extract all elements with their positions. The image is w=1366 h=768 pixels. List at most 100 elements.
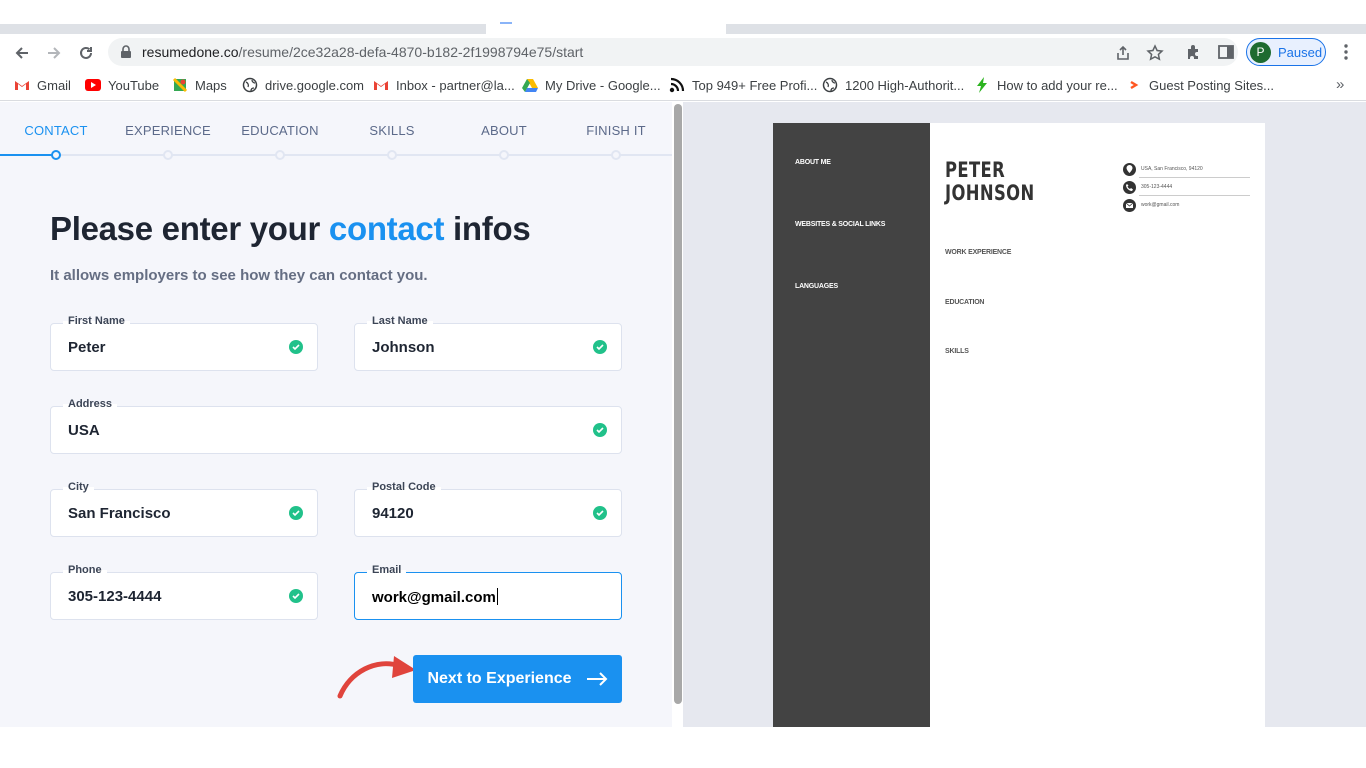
last-name-value[interactable]: Johnson [372,339,435,356]
share-icon[interactable] [1114,44,1132,62]
address-field[interactable]: Address USA [50,398,622,454]
bookmark-inbox[interactable]: Inbox - partner@la... [373,76,515,94]
first-name-label: First Name [63,315,130,327]
phone-label: Phone [63,564,107,576]
drive-icon [522,77,538,93]
resume-sidebar: ABOUT ME WEBSITES & SOCIAL LINKS LANGUAG… [773,123,930,727]
email-field[interactable]: Email work@gmail.com [354,564,622,620]
first-name-field[interactable]: First Name Peter [50,315,318,371]
email-input[interactable]: work@gmail.com [372,588,498,606]
annotation-arrow-icon [337,656,416,699]
resume-first-name: PETER [945,158,1006,182]
bookmarks-overflow-icon[interactable]: » [1336,76,1344,93]
inactive-tab-right[interactable] [726,24,1366,34]
step-skills[interactable]: SKILLS [369,123,414,138]
bookmark-1200-high[interactable]: 1200 High-Authorit... [822,76,964,94]
step-education[interactable]: EDUCATION [241,123,318,138]
url-text[interactable]: resumedone.co/resume/2ce32a28-defa-4870-… [142,44,583,60]
text-cursor [496,588,498,605]
profile-status: Paused [1278,45,1323,60]
bookmark-maps[interactable]: Maps [172,76,227,94]
resume-name: PETER JOHNSON [945,159,1035,205]
city-field[interactable]: City San Francisco [50,481,318,537]
bookmark-label: Gmail [37,77,71,93]
resume-section-work-experience: WORK EXPERIENCE [945,249,1012,256]
resume-section-about-me: ABOUT ME [795,159,831,166]
gmail-icon [14,77,30,93]
step-experience[interactable]: EXPERIENCE [125,123,211,138]
bookmark-youtube[interactable]: YouTube [85,76,159,94]
email-value: work@gmail.com [372,589,496,606]
step-navigation: CONTACT EXPERIENCE EDUCATION SKILLS ABOU… [0,102,672,162]
scrollbar-thumb[interactable] [674,104,682,704]
resume-last-name: JOHNSON [945,181,1035,205]
step-finish-it[interactable]: FINISH IT [586,123,646,138]
site-icon [1126,77,1142,93]
contact-divider [1139,195,1250,196]
maps-icon [172,77,188,93]
bookmark-top-949[interactable]: Top 949+ Free Profi... [669,76,817,94]
kebab-menu-icon[interactable] [1336,42,1356,62]
resume-preview-panel: ABOUT ME WEBSITES & SOCIAL LINKS LANGUAG… [683,102,1366,727]
bookmark-label: How to add your re... [997,77,1118,93]
step-contact[interactable]: CONTACT [24,123,87,138]
step-about[interactable]: ABOUT [481,123,527,138]
resume-location-text: USA, San Francisco, 94120 [1141,166,1203,172]
city-value[interactable]: San Francisco [68,505,171,522]
forward-button[interactable] [42,41,66,65]
page-subtitle: It allows employers to see how they can … [50,267,428,284]
browser-toolbar: resumedone.co/resume/2ce32a28-defa-4870-… [0,34,1366,70]
resume-email-text: work@gmail.com [1141,202,1180,208]
bookmark-gmail[interactable]: Gmail [14,76,71,94]
check-icon [289,340,303,354]
check-icon [593,506,607,520]
form-scrollbar[interactable] [672,102,683,727]
title-highlight: contact [328,210,445,247]
last-name-field[interactable]: Last Name Johnson [354,315,622,371]
step-dot-education[interactable] [275,150,285,160]
next-to-experience-button[interactable]: Next to Experience [413,655,622,703]
back-button[interactable] [10,41,34,65]
resume-preview[interactable]: ABOUT ME WEBSITES & SOCIAL LINKS LANGUAG… [773,123,1265,727]
inactive-tab-left[interactable] [0,24,486,34]
first-name-value[interactable]: Peter [68,339,106,356]
step-dot-experience[interactable] [163,150,173,160]
gmail-icon [373,77,389,93]
city-label: City [63,481,94,493]
bookmark-label: Guest Posting Sites... [1149,77,1275,93]
phone-field[interactable]: Phone 305-123-4444 [50,564,318,620]
step-dot-contact[interactable] [51,150,61,160]
step-dot-finish-it[interactable] [611,150,621,160]
bookmark-how-to-add[interactable]: How to add your re... [974,76,1118,94]
postal-code-label: Postal Code [367,481,441,493]
rss-icon [669,77,685,93]
url-path: /resume/2ce32a28-defa-4870-b182-2f199879… [238,44,584,60]
bookmark-drive-google[interactable]: drive.google.com [242,76,364,94]
postal-code-value[interactable]: 94120 [372,505,414,522]
page-bottom-area [0,727,1366,768]
resume-section-education: EDUCATION [945,299,985,306]
check-icon [289,589,303,603]
bookmark-guest-posting[interactable]: Guest Posting Sites... [1126,76,1274,94]
step-dot-skills[interactable] [387,150,397,160]
lock-icon[interactable] [120,45,132,59]
reload-button[interactable] [74,41,98,65]
avatar: P [1250,42,1271,63]
profile-button[interactable]: P Paused [1246,38,1326,66]
star-icon[interactable] [1146,44,1164,62]
side-panel-icon[interactable] [1216,42,1236,62]
phone-value[interactable]: 305-123-4444 [68,588,161,605]
page-title: Please enter your contact infos [50,210,531,248]
extensions-icon[interactable] [1184,42,1204,62]
phone-icon [1123,180,1136,194]
step-dot-about[interactable] [499,150,509,160]
resume-contact-location: USA, San Francisco, 94120 [1123,162,1250,176]
postal-code-field[interactable]: Postal Code 94120 [354,481,622,537]
bookmark-my-drive[interactable]: My Drive - Google... [522,76,661,94]
address-bar[interactable]: resumedone.co/resume/2ce32a28-defa-4870-… [108,38,1238,66]
bookmarks-bar: Gmail YouTube Maps drive.google.com Inbo… [0,70,1366,101]
title-part: infos [444,210,531,247]
check-icon [289,506,303,520]
address-value[interactable]: USA [68,422,100,439]
check-icon [593,340,607,354]
